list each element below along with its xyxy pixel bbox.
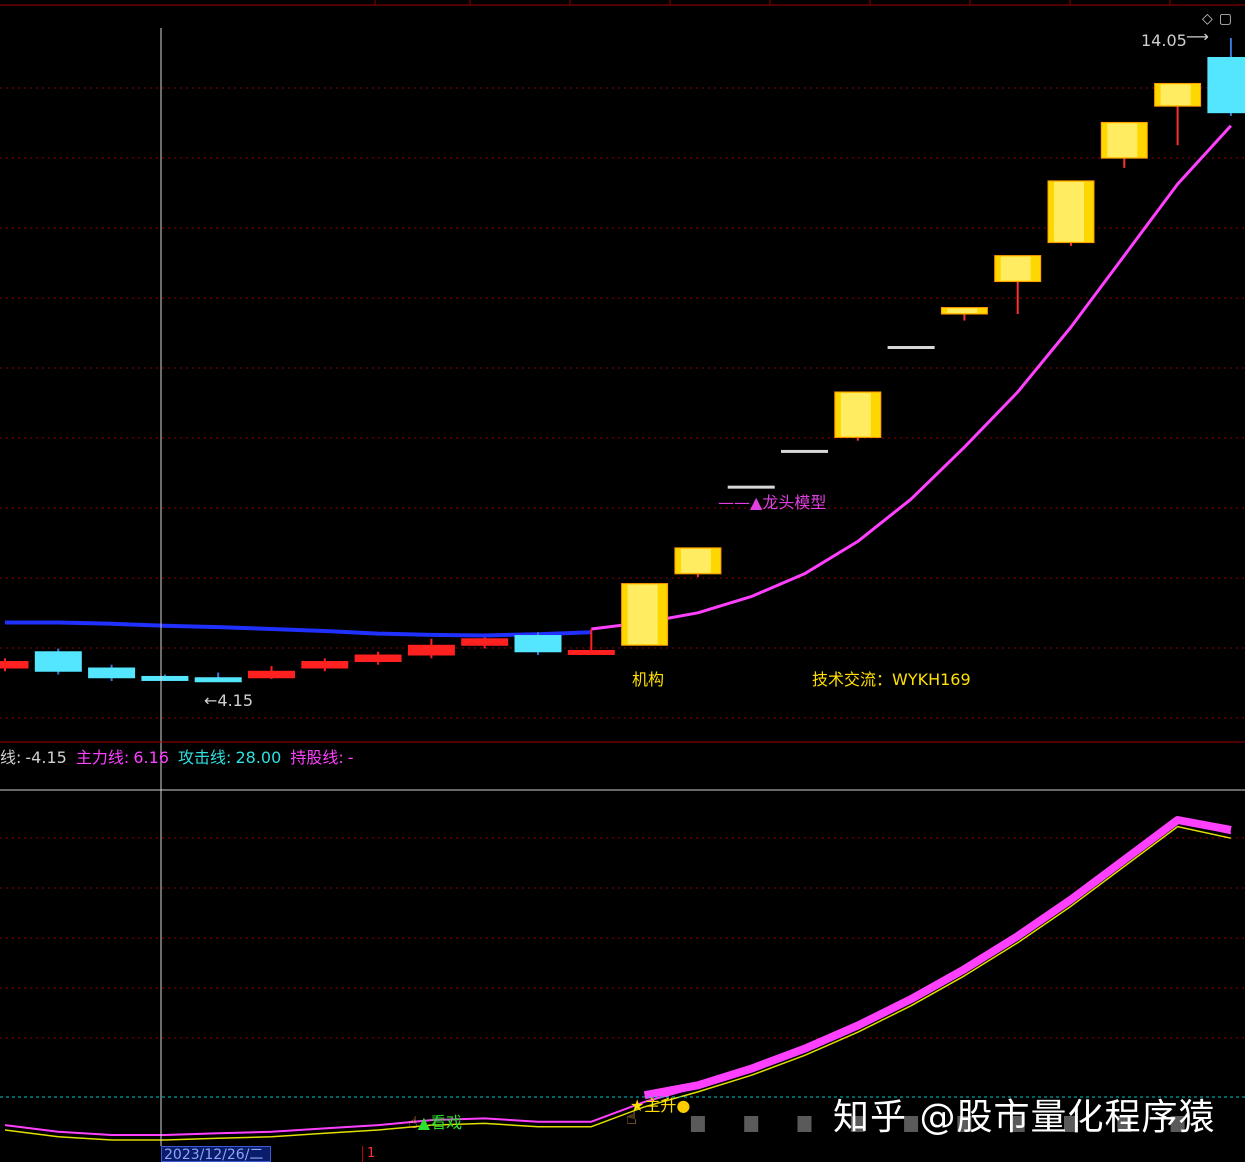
candle-22 bbox=[1154, 82, 1202, 146]
candle-20 bbox=[1047, 180, 1095, 246]
candle-highlight-22 bbox=[1160, 84, 1191, 106]
info-item4-value: - bbox=[347, 748, 354, 767]
candle-highlight-12 bbox=[627, 584, 658, 645]
coin-icon: ● bbox=[676, 1096, 691, 1115]
info-item3-value: 28.00 bbox=[235, 748, 282, 767]
watch-signal-text: 看戏 bbox=[430, 1113, 463, 1132]
candle-body-2 bbox=[88, 667, 136, 679]
crosshair-date-box: 2023/12/26/二 bbox=[161, 1146, 271, 1162]
indicator-main-line bbox=[643, 816, 1232, 1100]
price-high-arrow-icon: ⟶ bbox=[1186, 27, 1209, 46]
page-number[interactable]: 1 bbox=[362, 1146, 381, 1162]
candle-body-6 bbox=[301, 661, 349, 669]
candle-6 bbox=[301, 658, 349, 672]
price-low-value: 4.15 bbox=[217, 691, 254, 710]
candle-body-17 bbox=[887, 346, 935, 350]
candle-body-11 bbox=[567, 649, 615, 655]
grid-lines bbox=[0, 0, 1245, 1039]
candle-5 bbox=[248, 666, 295, 680]
candle-0 bbox=[0, 658, 29, 672]
corner-controls: ◇ ▢ bbox=[1202, 8, 1238, 27]
model-label-text: 龙头模型 bbox=[762, 493, 827, 512]
blue-line-path bbox=[5, 620, 592, 638]
blue-moving-average-line bbox=[5, 620, 592, 638]
indicator-main-thick bbox=[643, 816, 1232, 1100]
candle-7 bbox=[354, 651, 402, 665]
candle-body-1 bbox=[34, 651, 82, 672]
candle-12 bbox=[621, 583, 669, 646]
candle-23 bbox=[1207, 38, 1245, 116]
diamond-icon[interactable]: ◇ bbox=[1202, 11, 1213, 27]
candle-body-7 bbox=[354, 654, 402, 663]
candle-10 bbox=[514, 632, 562, 656]
price-high-label: 14.05 bbox=[1141, 31, 1187, 50]
candle-18 bbox=[940, 307, 988, 321]
candle-body-3 bbox=[141, 675, 189, 681]
candle-17 bbox=[887, 346, 935, 350]
candle-body-23 bbox=[1207, 56, 1245, 114]
info-item2-value: 6.16 bbox=[133, 748, 169, 767]
rise-signal-text: 主升 bbox=[644, 1096, 677, 1115]
institution-label: 机构 bbox=[632, 670, 665, 689]
info-item1-label: 线: bbox=[0, 748, 22, 767]
candle-body-0 bbox=[0, 661, 29, 669]
candle-14 bbox=[727, 485, 775, 489]
candle-15 bbox=[781, 449, 828, 453]
candle-21 bbox=[1100, 121, 1148, 168]
indicator-bar-13 bbox=[690, 1116, 705, 1132]
candle-highlight-16 bbox=[840, 392, 871, 437]
watermark-text: 知乎 @股市量化程序猿 bbox=[833, 1097, 1216, 1138]
candle-body-10 bbox=[514, 635, 562, 653]
price-low-label: ←4.15 bbox=[204, 691, 254, 710]
candle-body-8 bbox=[407, 644, 455, 656]
info-item4-label: 持股线: bbox=[290, 748, 344, 767]
indicator-bar-15 bbox=[797, 1116, 812, 1132]
candle-highlight-19 bbox=[1000, 256, 1031, 281]
candle-highlight-13 bbox=[680, 548, 711, 573]
candle-2 bbox=[88, 664, 136, 681]
candle-16 bbox=[834, 391, 882, 441]
price-panel bbox=[0, 38, 1245, 683]
candle-highlight-18 bbox=[947, 308, 978, 314]
candle-body-9 bbox=[461, 638, 509, 646]
rise-signal-label: ★主升● bbox=[630, 1097, 690, 1115]
indicator-info-bar: 线: -4.15 主力线: 6.16 攻击线: 28.00 持股线: - bbox=[0, 744, 358, 767]
candle-body-15 bbox=[781, 449, 828, 453]
candle-highlight-20 bbox=[1054, 181, 1084, 242]
model-label: ——▲龙头模型 bbox=[718, 493, 827, 512]
window-icon[interactable]: ▢ bbox=[1219, 11, 1232, 27]
candle-4 bbox=[194, 672, 242, 683]
indicator-bar-14 bbox=[744, 1116, 759, 1132]
info-item1-value: -4.15 bbox=[25, 748, 67, 767]
candle-body-4 bbox=[194, 677, 242, 683]
candle-8 bbox=[407, 638, 455, 659]
candle-body-5 bbox=[248, 670, 295, 679]
candle-9 bbox=[461, 637, 509, 649]
watch-signal-label: ☝▲看戏 bbox=[408, 1113, 463, 1132]
chart-canvas[interactable] bbox=[0, 0, 1245, 1162]
candle-3 bbox=[141, 674, 189, 681]
info-item2-label: 主力线: bbox=[75, 748, 130, 767]
info-item3-label: 攻击线: bbox=[178, 748, 232, 767]
contact-label: 技术交流：WYKH169 bbox=[812, 670, 971, 689]
candle-highlight-21 bbox=[1107, 123, 1138, 158]
hand-pointer-icon-2: ☝ bbox=[626, 1108, 637, 1129]
candle-1 bbox=[34, 648, 82, 675]
candlestick-series bbox=[0, 38, 1245, 683]
candle-19 bbox=[994, 255, 1042, 315]
candle-13 bbox=[674, 547, 722, 578]
hand-pointer-icon: ☝ bbox=[408, 1113, 418, 1132]
candle-body-14 bbox=[727, 485, 775, 489]
